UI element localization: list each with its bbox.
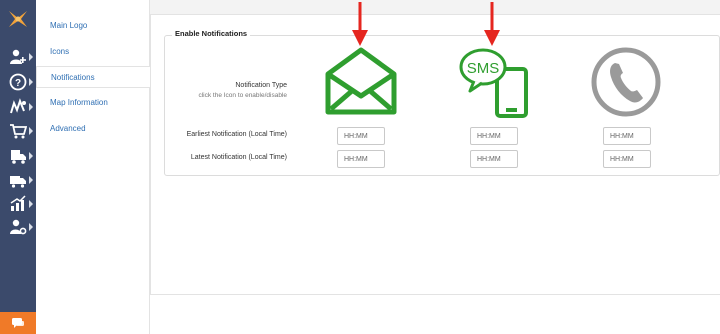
annotation-arrow-sms (484, 2, 500, 46)
shipping-icon[interactable] (0, 169, 36, 191)
annotation-arrow-email (352, 2, 368, 46)
caret-icon (29, 53, 33, 61)
user-settings-icon[interactable] (0, 216, 36, 238)
svg-text:?: ? (15, 78, 21, 89)
earliest-notification-label: Earliest Notification (Local Time) (186, 131, 287, 138)
sms-earliest-time-input[interactable] (470, 127, 518, 145)
subnav-item-main-logo[interactable]: Main Logo (36, 14, 150, 36)
cart-icon[interactable] (0, 120, 36, 142)
subnav-item-notifications[interactable]: Notifications (36, 66, 151, 88)
envelope-icon[interactable] (325, 46, 397, 116)
phone-handset-icon[interactable] (590, 46, 662, 118)
caret-icon (29, 200, 33, 208)
fieldset-legend: Enable Notifications (172, 29, 251, 38)
subnav-item-advanced[interactable]: Advanced (36, 117, 150, 139)
caret-icon (29, 127, 33, 135)
caret-icon (29, 103, 33, 111)
caret-icon (29, 176, 33, 184)
latest-notification-label: Latest Notification (Local Time) (190, 154, 287, 161)
caret-icon (29, 223, 33, 231)
chat-icon[interactable] (0, 312, 36, 334)
subnav-item-map-information[interactable]: Map Information (36, 91, 150, 113)
notification-type-hint: click the Icon to enable/disable (198, 92, 287, 99)
add-user-icon[interactable] (0, 46, 36, 68)
sms-text: SMS (467, 60, 500, 77)
sms-phone-icon[interactable]: SMS (458, 46, 530, 118)
sms-latest-time-input[interactable] (470, 150, 518, 168)
logo-icon[interactable] (0, 0, 36, 38)
app-rail: ? (0, 0, 36, 334)
delivery-icon[interactable] (0, 145, 36, 167)
email-latest-time-input[interactable] (337, 150, 385, 168)
help-icon[interactable]: ? (0, 71, 36, 93)
caret-icon (29, 152, 33, 160)
settings-subnav: Main Logo Icons Notifications Map Inform… (36, 0, 151, 334)
reports-icon[interactable] (0, 193, 36, 215)
email-earliest-time-input[interactable] (337, 127, 385, 145)
notification-type-label: Notification Type (235, 82, 287, 89)
panel-footer (150, 294, 720, 334)
page-background (150, 0, 720, 14)
caret-icon (29, 78, 33, 86)
voice-earliest-time-input[interactable] (603, 127, 651, 145)
voice-latest-time-input[interactable] (603, 150, 651, 168)
routes-icon[interactable] (0, 96, 36, 118)
subnav-item-icons[interactable]: Icons (36, 40, 150, 62)
